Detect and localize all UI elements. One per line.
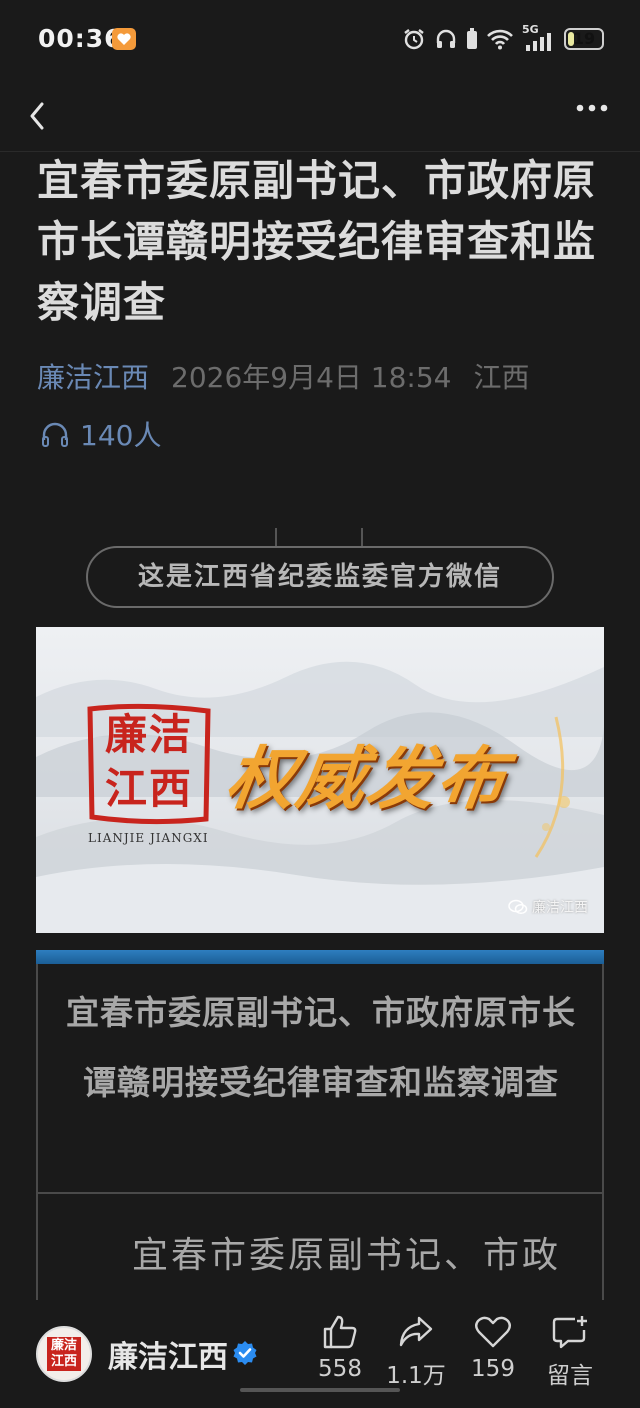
more-horizontal-icon (576, 104, 608, 112)
like-count: 558 (318, 1356, 362, 1382)
wechat-icon (508, 899, 528, 915)
comment-button[interactable]: 留言 (538, 1314, 602, 1390)
banner-headline: 权威发布 (221, 740, 513, 819)
chevron-left-icon (30, 102, 44, 130)
article-title: 宜春市委原副书记、市政府原市长谭赣明接受纪律审查和监察调查 (37, 156, 597, 327)
article-source-link[interactable]: 廉洁江西 (37, 356, 149, 396)
status-icons: 5G 19 (402, 23, 604, 52)
wifi-icon (487, 29, 513, 50)
avatar-logo: 廉洁 江西 (47, 1337, 81, 1371)
author-name[interactable]: 廉洁江西 (108, 1332, 228, 1376)
back-button[interactable] (18, 88, 58, 138)
favorite-count: 159 (471, 1356, 515, 1382)
alarm-icon (404, 29, 424, 50)
favorite-button[interactable]: 159 (461, 1314, 525, 1382)
status-time: 00:36 (38, 24, 123, 53)
share-count: 1.1万 (386, 1363, 446, 1389)
seal-text-line-2: 江西 (104, 764, 193, 813)
article-date: 2026年9月4日 18:54 (171, 361, 452, 394)
article-meta: 廉洁江西 2026年9月4日 18:54 江西 (37, 356, 530, 396)
thumbs-up-icon (323, 1315, 357, 1349)
share-arrow-icon (399, 1316, 433, 1347)
device-battery-icon (467, 28, 477, 49)
like-button[interactable]: 558 (308, 1314, 372, 1382)
avatar-text-1: 廉洁 (50, 1338, 77, 1353)
home-indicator (240, 1388, 400, 1392)
avatar-text-2: 江西 (50, 1354, 77, 1369)
article-region: 江西 (473, 361, 530, 394)
article-content-box: 宜春市委原副书记、市政府原市长谭赣明接受纪律审查和监察调查 宜春市委原副书记、市… (36, 964, 604, 1304)
battery-percentage: 19 (572, 29, 596, 48)
cellular-signal-icon: 5G (522, 23, 556, 51)
wechat-watermark: 廉洁江西 (508, 897, 588, 917)
share-button[interactable]: 1.1万 (384, 1314, 448, 1390)
author-avatar[interactable]: 廉洁 江西 (36, 1326, 92, 1382)
listener-count: 140人 (80, 419, 162, 452)
comment-label: 留言 (547, 1363, 593, 1389)
decorative-ticks (275, 528, 365, 546)
heart-icon (475, 1316, 511, 1348)
official-account-notice: 这是江西省纪委监委官方微信 (86, 546, 554, 608)
battery-indicator: 19 (564, 28, 604, 50)
comment-add-icon (552, 1316, 587, 1349)
seal-text-line-1: 廉洁 (104, 710, 193, 759)
content-heading: 宜春市委原副书记、市政府原市长谭赣明接受纪律审查和监察调查 (66, 993, 576, 1102)
authoritative-release-banner: 廉洁 江西 LIANJIE JIANGXI 权威发布 廉洁江西 (36, 627, 604, 933)
headphones-icon (436, 29, 456, 48)
headphones-icon (42, 422, 68, 447)
verified-badge-icon (233, 1341, 257, 1365)
lianjie-jiangxi-seal: 廉洁 江西 (84, 701, 214, 826)
content-body-text: 宜春市委原副书记、市政 (132, 1235, 562, 1276)
content-header-bar (36, 950, 604, 964)
top-nav-bar (0, 78, 640, 152)
more-options-button[interactable] (572, 96, 612, 126)
status-bar: 00:36 5G 19 (0, 0, 640, 78)
watermark-text: 廉洁江西 (532, 900, 588, 916)
listen-button[interactable]: 140人 (40, 414, 161, 454)
seal-pinyin-caption: LIANJIE JIANGXI (88, 831, 209, 845)
app-notification-icon (112, 28, 136, 50)
content-divider (38, 1192, 602, 1194)
